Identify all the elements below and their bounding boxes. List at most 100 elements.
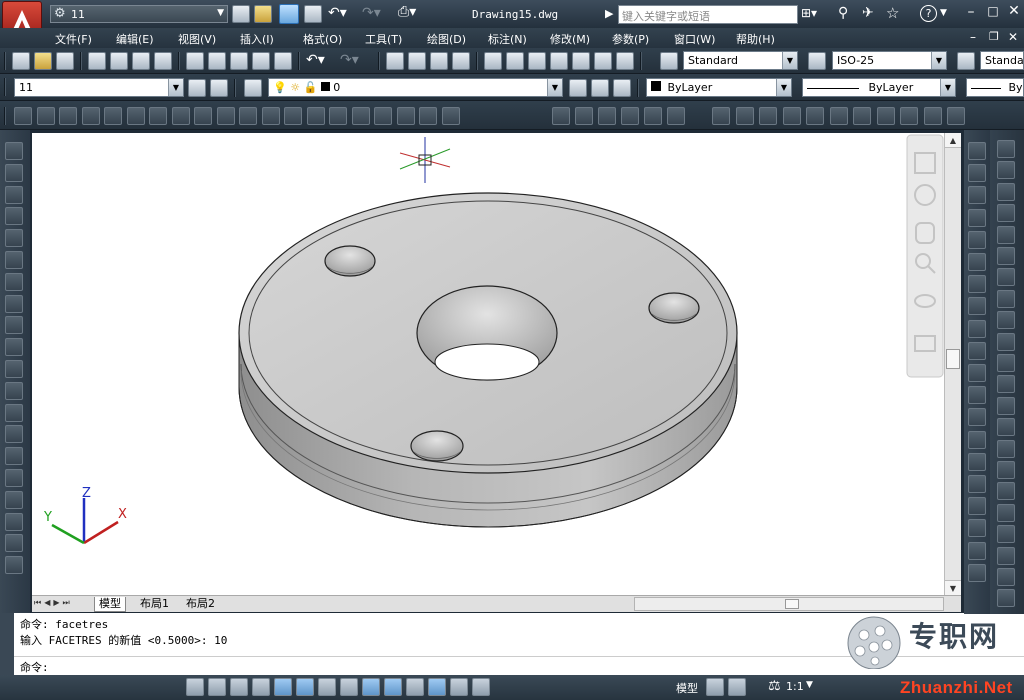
scroll-thumb[interactable] <box>946 349 960 369</box>
shell-icon[interactable] <box>968 497 986 516</box>
tb-preview-icon[interactable] <box>110 52 128 70</box>
transparency-button[interactable] <box>428 678 446 696</box>
box-icon[interactable] <box>36 107 55 125</box>
sphere-icon[interactable] <box>104 107 122 125</box>
h-scroll-thumb[interactable] <box>785 599 799 609</box>
color-edge-icon[interactable] <box>968 408 986 427</box>
camera-icon[interactable] <box>947 107 965 125</box>
revolve-icon[interactable] <box>261 107 280 125</box>
rotate-face-icon[interactable] <box>968 297 986 316</box>
spline-icon[interactable] <box>5 316 23 335</box>
taper-face-icon[interactable] <box>968 319 986 338</box>
menu-parametric[interactable]: 参数(P) <box>612 31 649 47</box>
tb-zoom-realtime-icon[interactable] <box>408 52 426 70</box>
command-window-handle[interactable] <box>0 613 14 675</box>
explode-icon[interactable] <box>997 503 1015 522</box>
dim-style-combo[interactable]: ISO-25 ▼ <box>832 51 947 70</box>
color-dropdown-icon[interactable]: ▼ <box>776 79 791 96</box>
chevron-down-icon[interactable]: ▼ <box>217 8 224 18</box>
offset-icon[interactable] <box>997 204 1015 223</box>
tb-paste-icon[interactable] <box>230 52 248 70</box>
layer-previous-icon[interactable] <box>591 79 609 97</box>
hidden-icon[interactable] <box>598 107 616 125</box>
cone-icon[interactable] <box>81 107 100 125</box>
circle-icon[interactable] <box>5 272 23 291</box>
clean-icon[interactable] <box>968 452 986 471</box>
break-at-point-icon[interactable] <box>997 375 1015 394</box>
grid-display-button[interactable] <box>230 678 248 696</box>
lineweight-control-combo[interactable]: By <box>966 78 1024 97</box>
tb-markup-icon[interactable] <box>572 52 590 70</box>
manage-styles-icon[interactable] <box>667 107 685 125</box>
model-space-label[interactable]: 模型 <box>676 680 698 696</box>
quick-view-layouts-button[interactable] <box>706 678 724 696</box>
mirror-icon[interactable] <box>997 182 1015 201</box>
scroll-down-icon[interactable]: ▼ <box>945 580 961 595</box>
layer-properties-icon[interactable] <box>244 79 262 97</box>
flange-3d-model[interactable] <box>238 192 738 527</box>
construction-line-icon[interactable] <box>5 163 23 182</box>
menu-draw[interactable]: 绘图(D) <box>427 31 466 47</box>
scale-icon[interactable] <box>997 289 1015 308</box>
table-style-icon[interactable] <box>957 52 975 70</box>
menu-view[interactable]: 视图(V) <box>178 31 216 47</box>
workspace-settings-icon[interactable] <box>188 79 206 97</box>
ellipse-icon[interactable] <box>5 338 23 357</box>
add-selected-icon[interactable] <box>5 556 23 575</box>
tb-design-center-icon[interactable] <box>506 52 524 70</box>
make-block-icon[interactable] <box>5 403 23 422</box>
drawing-viewport[interactable]: Z X Y <box>32 133 944 595</box>
help-dropdown-icon[interactable]: ▼ <box>940 8 947 18</box>
workspace-combo[interactable]: ⚙ 11 ▼ <box>50 5 228 23</box>
tb-tool-palettes-icon[interactable] <box>528 52 546 70</box>
redo-icon[interactable]: ↷▾ <box>362 5 381 21</box>
command-window[interactable]: 命令: facetres 输入 FACETRES 的新值 <0.5000>: 1… <box>14 613 1024 675</box>
blend-curves-icon[interactable] <box>997 482 1015 501</box>
binoculars-icon[interactable]: ⊞▾ <box>801 6 817 20</box>
tb-redo-icon[interactable]: ↷▾ <box>340 52 359 68</box>
tb-block-editor-icon[interactable] <box>274 52 292 70</box>
break-icon[interactable] <box>997 396 1015 415</box>
tab-nav-buttons[interactable]: ⏮◀▶⏭ <box>34 598 73 608</box>
layer-dropdown-icon[interactable]: ▼ <box>547 79 562 96</box>
tb-open-icon[interactable] <box>34 52 52 70</box>
tb-zoom-previous-icon[interactable] <box>452 52 470 70</box>
chamfer-edge-icon[interactable] <box>968 563 986 582</box>
table-icon[interactable] <box>5 512 23 531</box>
object-snap-tracking-button[interactable] <box>340 678 358 696</box>
fillet-edge-icon[interactable] <box>968 541 986 560</box>
loft-icon[interactable] <box>284 107 302 125</box>
extend-icon[interactable] <box>997 354 1015 372</box>
pyramid-icon[interactable] <box>149 107 167 125</box>
text-style-icon[interactable] <box>660 52 678 70</box>
quick-properties-button[interactable] <box>450 678 468 696</box>
region-icon[interactable] <box>5 490 23 509</box>
extrude-face-icon[interactable] <box>968 208 986 227</box>
erase-icon[interactable] <box>997 140 1015 158</box>
3d-object-snap-button[interactable] <box>318 678 336 696</box>
polar-tracking-button[interactable] <box>274 678 292 696</box>
doc-close-icon[interactable]: ✕ <box>1008 30 1018 44</box>
wireframe-icon[interactable] <box>575 107 593 125</box>
union-r-icon[interactable] <box>968 142 986 160</box>
wedge-icon[interactable] <box>59 107 77 125</box>
view-nw-iso-icon[interactable] <box>923 107 942 125</box>
help-button[interactable]: ? <box>920 5 937 22</box>
menu-dimension[interactable]: 标注(N) <box>488 31 527 47</box>
menu-insert[interactable]: 插入(I) <box>240 31 274 47</box>
menu-edit[interactable]: 编辑(E) <box>116 31 154 47</box>
doc-minimize-icon[interactable]: – <box>970 30 976 44</box>
3d-rotate-icon[interactable] <box>396 107 415 125</box>
intersect-r-icon[interactable] <box>968 186 986 205</box>
tab-model[interactable]: 模型 <box>94 597 126 612</box>
dynamic-ucs-button[interactable] <box>362 678 380 696</box>
polysolid-icon[interactable] <box>14 107 32 125</box>
subtract-icon[interactable] <box>329 107 347 125</box>
3d-move-icon[interactable] <box>374 107 392 125</box>
lineweight-button[interactable] <box>406 678 424 696</box>
save-icon[interactable] <box>279 4 299 24</box>
table-style-combo[interactable]: Standa <box>980 51 1024 70</box>
intersect-icon[interactable] <box>351 107 370 125</box>
revision-cloud-icon[interactable] <box>5 294 23 313</box>
text-style-dropdown-icon[interactable]: ▼ <box>782 52 797 69</box>
